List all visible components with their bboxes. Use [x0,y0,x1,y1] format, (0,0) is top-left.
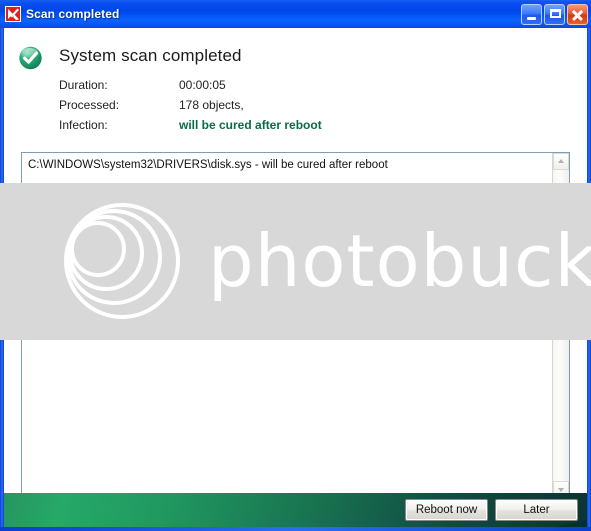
client-area: System scan completed Duration: 00:00:05… [4,28,587,527]
window-controls [521,3,588,25]
scan-log-listbox[interactable]: C:\WINDOWS\system32\DRIVERS\disk.sys - w… [21,152,570,499]
reboot-now-button[interactable]: Reboot now [405,499,488,521]
info-row-processed: Processed: 178 objects, [59,98,559,118]
close-button[interactable] [567,3,588,25]
window-frame-bottom [0,527,591,531]
scroll-up-icon [558,159,564,163]
title-bar[interactable]: Scan completed [0,0,591,28]
info-label: Processed: [59,98,120,112]
dialog-footer: Reboot now Later [4,493,587,527]
later-button[interactable]: Later [495,499,578,521]
window-title: Scan completed [26,7,120,21]
window-frame-right [587,28,591,531]
scroll-up-button[interactable] [553,153,569,170]
green-check-circle-icon [18,45,44,71]
application-window: Scan completed System scan completed Dur… [0,0,591,531]
scan-log-content: C:\WINDOWS\system32\DRIVERS\disk.sys - w… [22,153,552,498]
scroll-down-icon [558,488,564,492]
info-label: Duration: [59,78,108,92]
status-badge: will be cured after reboot [179,118,322,132]
page-title: System scan completed [59,46,242,65]
info-row-infection: Infection: will be cured after reboot [59,118,559,138]
info-label: Infection: [59,118,108,132]
info-row-duration: Duration: 00:00:05 [59,78,559,98]
kaspersky-k-icon [5,6,21,22]
scrollbar-track[interactable] [553,170,569,481]
scan-summary-header: System scan completed Duration: 00:00:05… [4,28,587,150]
list-item[interactable]: C:\WINDOWS\system32\DRIVERS\disk.sys - w… [28,158,546,173]
info-value: 00:00:05 [179,78,226,92]
maximize-button[interactable] [544,3,565,25]
vertical-scrollbar[interactable] [552,153,569,498]
minimize-button[interactable] [521,3,542,25]
footer-button-group: Reboot now Later [405,499,578,521]
info-value: 178 objects, [179,98,244,112]
